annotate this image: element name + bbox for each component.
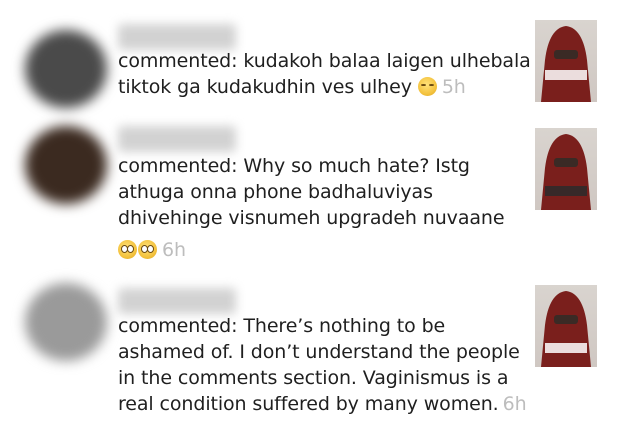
- flushed-face-icon: [138, 240, 157, 259]
- comment-text: commented: kudakoh balaa laigen ulhebala…: [118, 48, 531, 100]
- smirking-face-icon: [417, 77, 437, 96]
- veiled-person-thumbnail-icon: [541, 134, 591, 210]
- avatar[interactable]: [25, 283, 107, 361]
- comment-line-3: in the comments section. Vaginismus is a: [118, 365, 518, 391]
- flushed-face-icon: [118, 240, 137, 259]
- comment-content: tiktok ga kudakudhin ves ulhey: [118, 76, 412, 98]
- username-blurred[interactable]: [118, 126, 236, 152]
- timestamp: 5h: [441, 76, 466, 98]
- action-label: commented:: [118, 315, 238, 337]
- comment-line-3: dhivehinge visnumeh upgradeh nuvaane: [118, 205, 518, 231]
- comment-line-1: commented: Why so much hate? Istg: [118, 153, 518, 179]
- avatar[interactable]: [25, 126, 107, 204]
- comment-line-2: athuga onna phone badhaluviyas: [118, 179, 518, 205]
- comment-line-2: ashamed of. I don’t understand the peopl…: [118, 339, 520, 365]
- username-blurred[interactable]: [118, 24, 236, 50]
- comment-text: commented: There’s nothing to be ashamed…: [118, 313, 527, 417]
- comment-content: There’s nothing to be: [243, 315, 446, 337]
- post-thumbnail[interactable]: [535, 20, 597, 102]
- post-thumbnail[interactable]: [535, 128, 597, 210]
- action-label: commented:: [118, 155, 238, 177]
- comment-line-2: tiktok ga kudakudhin ves ulhey 5h: [118, 74, 518, 100]
- comment-content: real condition suffered by many women.: [118, 393, 499, 415]
- comment-content: kudakoh balaa laigen ulhebala: [243, 50, 531, 72]
- comment-content: Why so much hate? Istg: [243, 155, 470, 177]
- timestamp: 6h: [502, 393, 527, 415]
- comment-text: commented: Why so much hate? Istg athuga…: [118, 153, 518, 263]
- username-blurred[interactable]: [118, 288, 236, 314]
- comment-line-4: 6h: [118, 237, 518, 263]
- comment-line-4: real condition suffered by many women. 6h: [118, 391, 527, 417]
- comment-line-1: commented: kudakoh balaa laigen ulhebala: [118, 48, 531, 74]
- comment-content: athuga onna phone badhaluviyas: [118, 181, 433, 203]
- action-label: commented:: [118, 50, 238, 72]
- timestamp: 6h: [162, 239, 186, 261]
- post-thumbnail[interactable]: [535, 285, 597, 367]
- comment-content: ashamed of. I don’t understand the peopl…: [118, 341, 520, 363]
- comment-line-1: commented: There’s nothing to be: [118, 313, 518, 339]
- comment-content: dhivehinge visnumeh upgradeh nuvaane: [118, 207, 505, 229]
- avatar[interactable]: [25, 30, 107, 108]
- comment-content: in the comments section. Vaginismus is a: [118, 367, 509, 389]
- veiled-person-thumbnail-icon: [541, 291, 591, 367]
- veiled-person-thumbnail-icon: [541, 26, 591, 102]
